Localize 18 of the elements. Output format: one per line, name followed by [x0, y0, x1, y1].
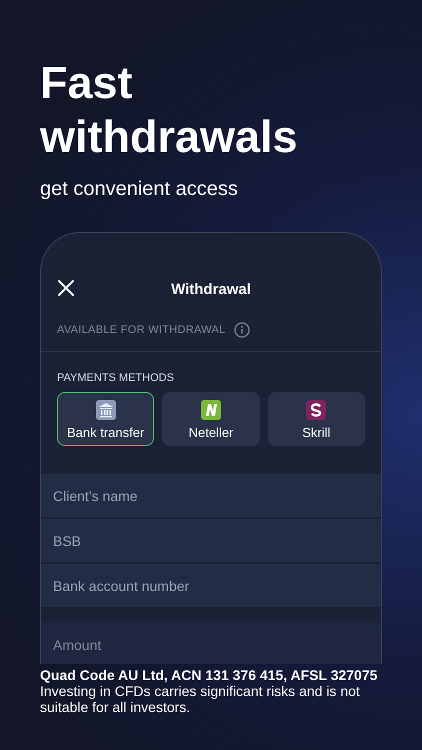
input-field[interactable]: Client’s name	[41, 474, 381, 517]
subtitle: get convenient access	[39, 177, 239, 202]
input-field[interactable]: Bank account number	[41, 564, 381, 607]
info-icon[interactable]	[234, 322, 250, 338]
company-info: Quad Code AU Ltd, ACN 131 376 415, AFSL 327075	[40, 667, 378, 683]
available-label: AVAILABLE FOR WITHDRAWAL	[57, 322, 226, 338]
amount-field[interactable]: Amount	[41, 623, 381, 664]
skrill-logo-icon	[306, 400, 326, 420]
neteller-logo-icon	[200, 400, 221, 420]
section-label: PAYMENTS METHODS	[57, 372, 174, 384]
payment-method-tile[interactable]: Skrill	[268, 392, 365, 446]
input-field[interactable]: BSB	[41, 519, 381, 562]
headline: Fast withdrawals	[39, 56, 299, 164]
risk-disclaimer: Investing in CFDs carries significant risks and is not suitable for all investors.	[40, 683, 361, 715]
bank-icon	[96, 400, 116, 420]
payment-method-tile[interactable]: Bank transfer	[57, 392, 154, 446]
payment-method-tile[interactable]: Neteller	[162, 392, 260, 446]
screen-title: Withdrawal	[171, 281, 251, 298]
